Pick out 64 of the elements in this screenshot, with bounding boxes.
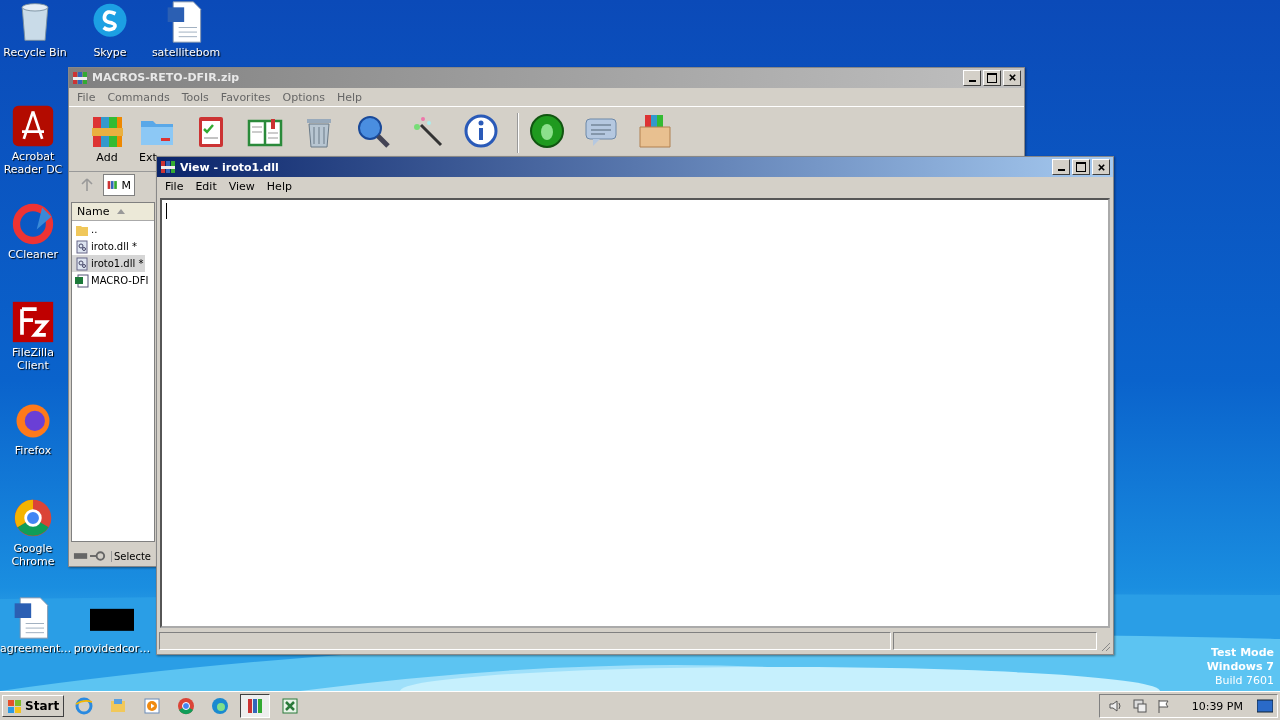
spreadsheet-icon [75, 273, 89, 288]
window-title: View - iroto1.dll [180, 160, 280, 174]
archive-books-icon [72, 69, 88, 86]
close-button[interactable] [1092, 159, 1110, 175]
menu-item[interactable]: Tools [175, 90, 215, 104]
start-button[interactable]: Start [2, 695, 65, 717]
clock[interactable]: 10:39 PM [1191, 699, 1243, 713]
menu-item[interactable]: Commands [101, 90, 176, 104]
gear-file-icon [75, 239, 89, 254]
box-icon[interactable] [637, 113, 673, 150]
menu-item[interactable]: Favorites [214, 90, 277, 104]
desktop-icon-label[interactable]: Firefox [14, 444, 52, 457]
os-notice-text: Test Mode [1211, 646, 1274, 660]
menu-item[interactable]: File [71, 90, 102, 104]
menu-item[interactable]: Options [276, 90, 331, 104]
resize-grip-icon[interactable] [1099, 640, 1111, 652]
spreadsheet-icon [281, 697, 300, 715]
menu-item[interactable]: View [222, 180, 261, 193]
menu-item[interactable]: File [159, 180, 190, 193]
status-text: Selecte [111, 550, 151, 562]
toolbar-label[interactable]: Ext [139, 151, 157, 165]
desktop-icon-label[interactable]: Skype [93, 46, 127, 59]
os-notice-text: Build 7601 [1214, 674, 1274, 688]
archive-books-icon [160, 159, 176, 175]
toolbar-label[interactable]: Add [96, 151, 118, 165]
browser-icon [75, 697, 94, 715]
file-row[interactable]: iroto.dll * [72, 238, 139, 256]
taskbar-button[interactable] [240, 694, 271, 718]
windows-logo-icon [7, 698, 23, 714]
folder-icon [109, 697, 128, 715]
column-header[interactable]: Name [72, 203, 154, 222]
desktop-icon-label[interactable]: satellitebom [151, 46, 221, 59]
file-row[interactable]: MACRO-DFI [72, 272, 151, 290]
drive-key-icon [73, 550, 107, 563]
close-icon [1007, 73, 1017, 83]
minimize-button[interactable] [1052, 159, 1070, 175]
close-icon [1096, 162, 1106, 172]
sort-arrow-icon [117, 209, 126, 215]
app-icon[interactable] [11, 104, 55, 148]
os-notice-text: Windows 7 [1206, 660, 1274, 674]
browser-icon [177, 697, 196, 715]
file-row[interactable]: iroto1.dll * [72, 255, 146, 273]
desktop-icon-label[interactable]: Recycle Bin [3, 46, 67, 59]
window-title: MACROS-RETO-DFIR.zip [92, 71, 241, 85]
path-field[interactable]: M [103, 174, 135, 197]
maximize-button[interactable] [1072, 159, 1090, 175]
app-icon[interactable] [11, 300, 55, 344]
file-row[interactable]: .. [72, 221, 100, 239]
search-icon[interactable] [355, 113, 391, 150]
desktop-icon-label[interactable]: FileZilla Client [0, 346, 66, 372]
desktop-icon-label[interactable]: CCleaner [7, 248, 59, 261]
menu-item[interactable]: Help [330, 90, 369, 104]
network-icon[interactable] [1131, 698, 1148, 714]
desktop-icon-label[interactable]: Google Chrome [0, 542, 66, 568]
info-icon[interactable] [463, 113, 499, 150]
menu-item[interactable]: Edit [189, 180, 223, 193]
books-icon [246, 697, 265, 715]
browser-icon [211, 697, 230, 715]
gear-file-icon [75, 256, 89, 271]
play-icon [143, 697, 162, 715]
flag-icon[interactable] [1155, 698, 1172, 714]
speaker-icon[interactable] [1107, 698, 1124, 714]
desktop-icon-label[interactable]: Acrobat Reader DC [0, 150, 66, 176]
menu-item[interactable]: Help [260, 180, 298, 193]
